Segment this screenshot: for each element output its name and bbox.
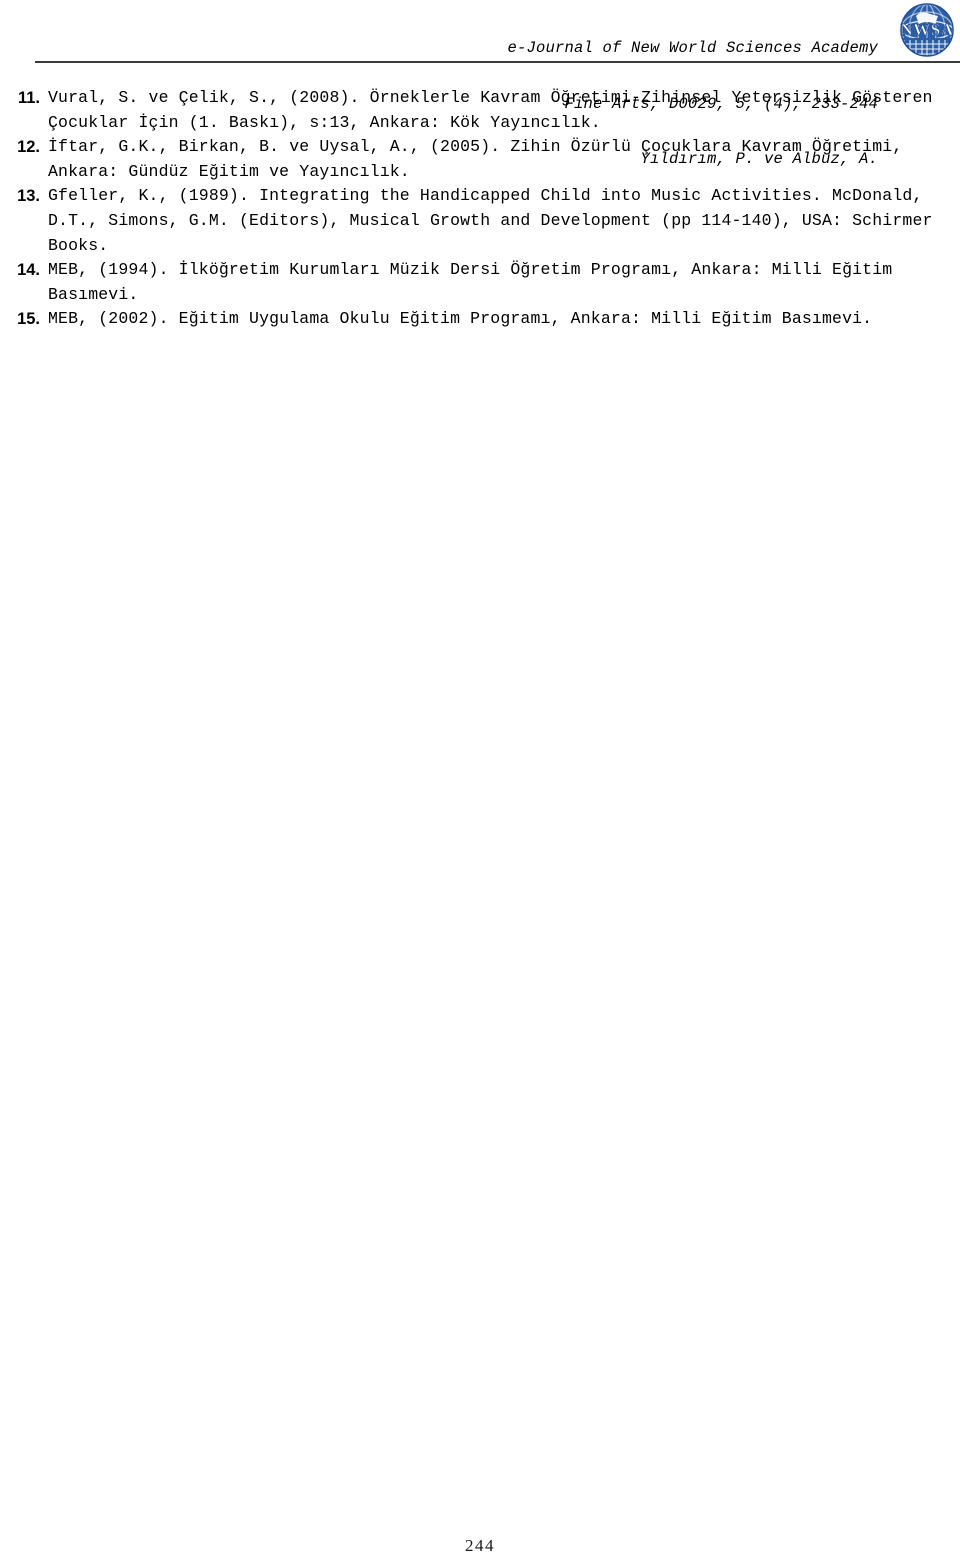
- reference-item: 12. İftar, G.K., Birkan, B. ve Uysal, A.…: [0, 135, 944, 184]
- page-header: e-Journal of New World Sciences Academy …: [0, 0, 960, 168]
- nwsa-globe-logo-icon: NWSA: [896, 2, 958, 58]
- reference-text: İftar, G.K., Birkan, B. ve Uysal, A., (2…: [48, 137, 913, 181]
- reference-item: 11. Vural, S. ve Çelik, S., (2008). Örne…: [0, 86, 944, 135]
- page-number: 244: [465, 1536, 495, 1555]
- reference-list: 11. Vural, S. ve Çelik, S., (2008). Örne…: [0, 86, 944, 332]
- reference-number: 15.: [17, 310, 40, 329]
- reference-text: Vural, S. ve Çelik, S., (2008). Örnekler…: [48, 88, 943, 132]
- reference-number: 12.: [17, 138, 40, 157]
- svg-text:NWSA: NWSA: [900, 20, 953, 39]
- reference-text: Gfeller, K., (1989). Integrating the Han…: [48, 186, 953, 255]
- reference-item: 13. Gfeller, K., (1989). Integrating the…: [0, 184, 944, 258]
- reference-item: 14. MEB, (1994). İlköğretim Kurumları Mü…: [0, 258, 944, 307]
- journal-title-line: e-Journal of New World Sciences Academy: [507, 39, 878, 57]
- reference-number: 14.: [17, 261, 40, 280]
- reference-item: 15. MEB, (2002). Eğitim Uygulama Okulu E…: [0, 307, 944, 332]
- reference-number: 11.: [17, 89, 40, 107]
- page-footer: 244: [0, 1536, 960, 1556]
- header-divider: [35, 61, 960, 63]
- reference-text: MEB, (1994). İlköğretim Kurumları Müzik …: [48, 260, 903, 304]
- reference-text: MEB, (2002). Eğitim Uygulama Okulu Eğiti…: [48, 309, 873, 329]
- reference-number: 13.: [17, 187, 40, 206]
